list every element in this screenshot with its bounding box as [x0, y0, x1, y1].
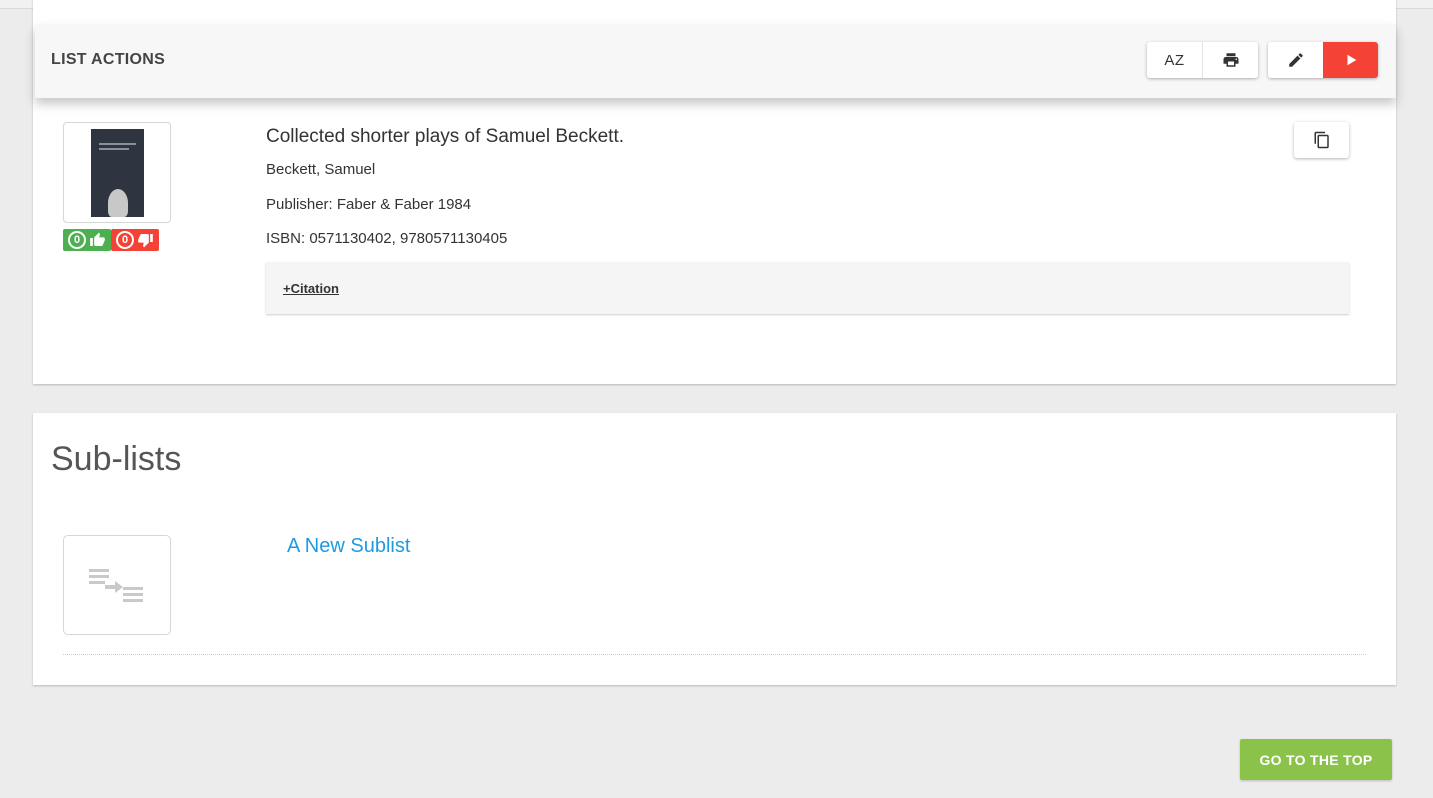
vote-buttons: 0 0 [63, 229, 159, 251]
edit-button[interactable] [1268, 42, 1323, 78]
sort-print-group: AZ [1147, 42, 1258, 78]
book-cover-image [91, 129, 144, 217]
pencil-icon [1288, 53, 1303, 67]
record-isbn: ISBN: 0571130402, 9780571130405 [266, 230, 508, 247]
sublists-card: Sub-lists A New Sublist [33, 413, 1396, 685]
copy-button[interactable] [1294, 122, 1349, 158]
sort-az-button[interactable]: AZ [1147, 42, 1202, 78]
thumbs-up-icon [90, 232, 105, 246]
go-to-top-button[interactable]: GO TO THE TOP [1240, 739, 1392, 780]
sublists-heading: Sub-lists [51, 440, 182, 478]
list-actions-label: LIST ACTIONS [51, 51, 166, 68]
citation-panel: +Citation [266, 262, 1349, 314]
print-icon [1223, 53, 1238, 67]
sublist-thumbnail[interactable] [63, 535, 171, 635]
cover-portrait [108, 189, 128, 217]
sublist-divider [63, 654, 1366, 655]
copy-icon [1314, 131, 1329, 149]
thumbs-down-icon [138, 234, 153, 248]
list-actions-bar: LIST ACTIONS AZ [35, 24, 1396, 98]
sort-az-icon: AZ [1164, 51, 1185, 69]
sublist-link[interactable]: A New Sublist [287, 535, 410, 558]
record-author: Beckett, Samuel [266, 161, 376, 178]
record-publisher: Publisher: Faber & Faber 1984 [266, 196, 472, 213]
sublist-icon [89, 569, 143, 602]
play-icon [1347, 54, 1356, 66]
thumbs-up-button[interactable]: 0 [63, 229, 111, 251]
cover-title-line [99, 148, 129, 150]
play-button[interactable] [1323, 42, 1378, 78]
cover-title-line [99, 143, 136, 145]
book-cover-thumbnail[interactable] [63, 122, 171, 223]
record-title[interactable]: Collected shorter plays of Samuel Becket… [266, 126, 624, 148]
edit-play-group [1268, 42, 1378, 78]
downvote-count: 0 [116, 231, 134, 249]
upvote-count: 0 [68, 231, 86, 249]
citation-link[interactable]: +Citation [283, 281, 339, 296]
thumbs-down-button[interactable]: 0 [111, 229, 159, 251]
print-button[interactable] [1202, 42, 1258, 78]
